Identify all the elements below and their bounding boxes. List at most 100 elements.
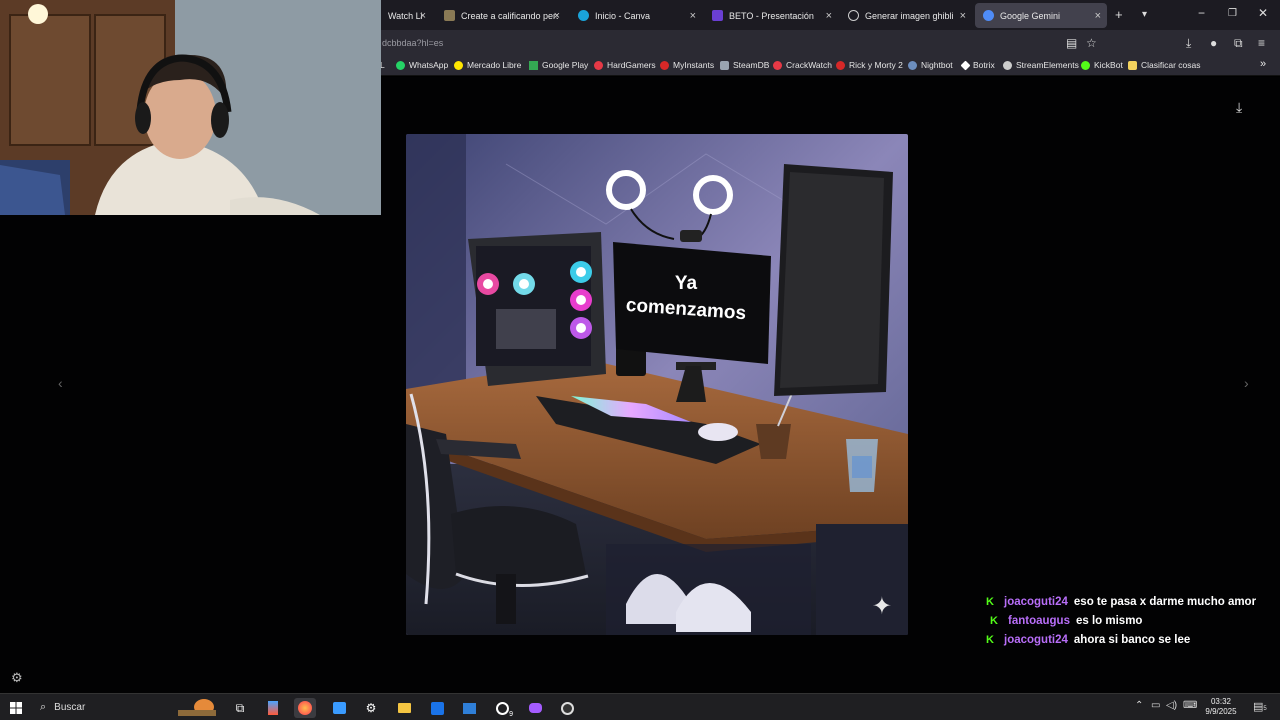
bookmark-label: Mercado Libre: [467, 60, 522, 70]
screen: Watch Li × Create a calificando person ×…: [0, 0, 1280, 720]
webcam-overlay: [0, 0, 381, 215]
notification-icon[interactable]: ▤5: [1253, 700, 1267, 713]
bookmark-star-icon[interactable]: ☆: [1086, 36, 1097, 50]
bookmark-label: Botrix: [973, 60, 995, 70]
bookmark-item[interactable]: HardGamers: [594, 60, 656, 70]
bookmark-label: KickBot: [1094, 60, 1123, 70]
clock[interactable]: 03:32 9/9/2025: [1200, 697, 1242, 717]
mail-icon[interactable]: [458, 698, 480, 718]
chat-username: joacoguti24: [1004, 633, 1068, 646]
tab-beto[interactable]: BETO - Presentación ×: [704, 3, 838, 28]
tab-label: BETO - Presentación: [729, 10, 814, 21]
bookmark-item[interactable]: MyInstants: [660, 60, 714, 70]
clock-time: 03:32: [1210, 697, 1232, 706]
extensions-icon[interactable]: ⧉: [1234, 36, 1243, 51]
nightbot-icon: [908, 60, 917, 70]
store-icon[interactable]: [328, 698, 350, 718]
reader-view-icon[interactable]: ▤: [1066, 36, 1077, 50]
chat-message: K joacoguti24 ahora si banco se lee: [986, 630, 1276, 649]
keyboard-icon[interactable]: ⌨: [1183, 700, 1197, 711]
bookmark-item[interactable]: Nightbot: [908, 60, 953, 70]
bookmark-item[interactable]: Google Play: [529, 60, 588, 70]
notification-badge: 5: [1263, 706, 1267, 712]
chat-text: eso te pasa x darme mucho amor: [1073, 595, 1257, 608]
chat-username: joacoguti24: [1004, 595, 1068, 608]
close-icon[interactable]: ×: [420, 10, 426, 22]
start-windows-icon[interactable]: [5, 698, 27, 718]
minimize-icon[interactable]: −: [1198, 6, 1205, 20]
new-tab-icon[interactable]: +: [1115, 7, 1123, 22]
whatsapp-icon[interactable]: 9: [491, 698, 513, 718]
volume-icon[interactable]: ◁): [1166, 700, 1177, 711]
search-highlight-icon: [174, 698, 220, 716]
chat-username: fantoaugus: [1008, 614, 1070, 627]
close-icon[interactable]: ×: [1095, 10, 1101, 22]
search-label: Buscar: [54, 702, 86, 713]
steamdb-icon: [720, 60, 729, 70]
tab-label: Generar imagen ghibli: [865, 10, 954, 21]
clock-date: 9/9/2025: [1205, 707, 1237, 716]
previous-arrow-icon[interactable]: ‹: [58, 375, 63, 391]
bookmark-item[interactable]: SteamDB: [720, 60, 769, 70]
task-view-icon[interactable]: ⧉: [229, 698, 251, 718]
whatsapp-badge: 9: [509, 711, 513, 718]
canva-icon: [578, 10, 589, 21]
download-icon[interactable]: ⤓: [1186, 36, 1191, 51]
bookmark-item[interactable]: CrackWatch: [773, 60, 832, 70]
bookmark-label: StreamElements: [1016, 60, 1079, 70]
bookmark-item[interactable]: Botrix: [960, 60, 995, 70]
url-bar[interactable]: dcbbdaa?hl=es: [382, 38, 443, 48]
bookmark-label: CrackWatch: [786, 60, 832, 70]
chevron-up-icon[interactable]: ⌃: [1135, 700, 1143, 711]
bookmark-item[interactable]: KickBot: [1081, 60, 1123, 70]
close-icon[interactable]: ×: [826, 10, 832, 22]
firefox-icon[interactable]: [294, 698, 316, 718]
whatsapp-icon: [396, 60, 405, 70]
botrix-icon: [960, 60, 971, 70]
tab-create[interactable]: Create a calificando person ×: [436, 3, 566, 28]
chat-text: es lo mismo: [1075, 614, 1143, 627]
bookmark-label: WhatsApp: [409, 60, 449, 70]
more-bookmarks-icon[interactable]: »: [1260, 58, 1266, 70]
next-arrow-icon[interactable]: ›: [1244, 375, 1249, 391]
tab-label: Google Gemini: [1000, 10, 1061, 21]
gear-icon[interactable]: ⚙: [11, 670, 23, 686]
tab-label: Inicio - Canva: [595, 10, 651, 21]
tab-watch[interactable]: Watch Li ×: [380, 3, 432, 28]
network-icon[interactable]: ▭: [1151, 700, 1160, 711]
account-icon[interactable]: ●: [1210, 36, 1217, 50]
tab-canva[interactable]: Inicio - Canva ×: [570, 3, 702, 28]
close-icon[interactable]: ×: [960, 10, 966, 22]
myinstants-icon: [660, 60, 669, 70]
googleplay-icon: [529, 60, 538, 70]
outlook-icon[interactable]: [426, 698, 448, 718]
bookmark-item[interactable]: Rick y Morty 2: [836, 60, 903, 70]
settings-gear-icon[interactable]: ⚙: [360, 698, 382, 718]
menu-icon[interactable]: ≡: [1258, 36, 1265, 50]
bookmark-item[interactable]: StreamElements: [1003, 60, 1079, 70]
kick-icon: K: [986, 633, 994, 646]
folder-icon: [1128, 60, 1137, 70]
close-window-icon[interactable]: ✕: [1258, 6, 1268, 20]
bookmark-item[interactable]: WhatsApp: [396, 60, 448, 70]
taskbar-search[interactable]: ⌕ Buscar: [34, 697, 224, 718]
webcam-feed: [0, 0, 381, 215]
chevron-down-icon[interactable]: ▾: [1142, 9, 1147, 20]
presentation-icon: [712, 10, 723, 21]
tab-ghibli[interactable]: Generar imagen ghibli ×: [840, 3, 972, 28]
file-explorer-icon[interactable]: [393, 698, 415, 718]
download-image-icon[interactable]: ⤓: [1236, 99, 1242, 116]
kickbot-icon: [1081, 60, 1090, 70]
hardgamers-icon: [594, 60, 603, 70]
gemini-sparkle-icon: ✦: [871, 593, 892, 620]
close-icon[interactable]: ×: [554, 10, 560, 22]
tab-gemini[interactable]: Google Gemini ×: [975, 3, 1107, 28]
bookmark-item[interactable]: Clasificar cosas: [1128, 60, 1201, 70]
obs-icon[interactable]: [556, 698, 578, 718]
bookmark-item[interactable]: Mercado Libre: [454, 60, 521, 70]
restore-icon[interactable]: ❐: [1228, 8, 1237, 19]
app-icon[interactable]: [262, 698, 284, 718]
crackwatch-icon: [773, 60, 782, 70]
close-icon[interactable]: ×: [690, 10, 696, 22]
app-purple-icon[interactable]: [524, 698, 546, 718]
